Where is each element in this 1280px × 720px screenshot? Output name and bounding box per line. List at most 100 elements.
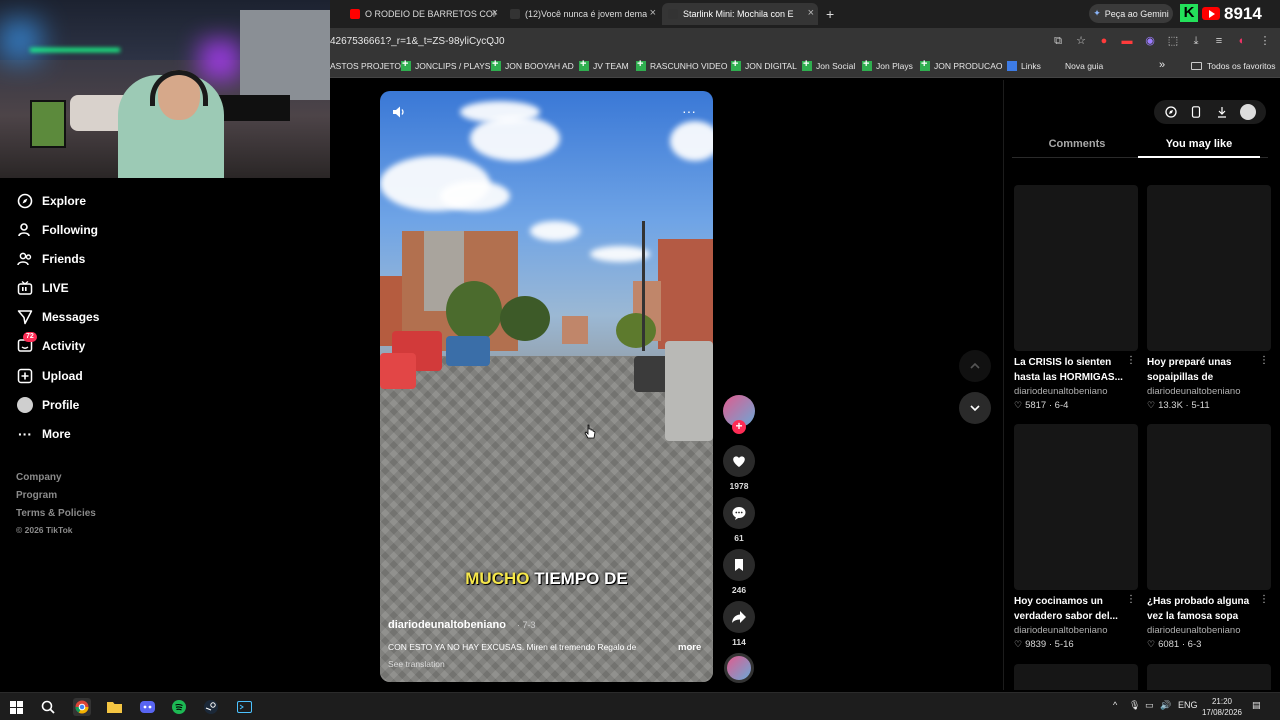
next-video-button[interactable] [959,392,991,424]
profile-avatar-icon[interactable]: ◐ [1235,34,1249,48]
video-thumbnail[interactable] [1147,664,1271,690]
tab-you-may-like[interactable]: You may like [1138,138,1260,150]
footer-link-terms[interactable]: Terms & Policies [16,508,96,519]
tab-starlink[interactable]: Starlink Mini: Mochila con E × [662,3,818,25]
bookmark-item[interactable]: JV TEAM [579,58,629,71]
card-author[interactable]: diariodeunaltobeniano [1014,625,1138,636]
network-icon[interactable]: ▭ [1145,700,1154,711]
sidebar-item-live[interactable]: LIVE [16,277,69,299]
follow-plus-button[interactable]: + [732,420,746,434]
notifications-icon[interactable]: ▤ [1252,700,1261,711]
extension-opera-icon[interactable]: ● [1097,34,1111,48]
download-icon[interactable]: ⤓ [1189,34,1203,48]
bookmark-star-icon[interactable]: ☆ [1074,34,1088,48]
phone-icon[interactable] [1189,105,1203,119]
bookmark-item[interactable]: Links [1007,61,1041,71]
bookmark-item[interactable]: JON BOOYAH AD [491,58,574,71]
language-indicator[interactable]: ENG [1178,700,1198,710]
url-input[interactable]: 4267536661?_r=1&_t=ZS-98yliCycQJ0 [330,36,505,47]
chrome-menu-icon[interactable]: ⋮ [1258,34,1272,48]
tab-comments[interactable]: Comments [1016,138,1138,150]
volume-icon[interactable]: 🔊 [1160,700,1171,711]
card-options-icon[interactable]: ⋮ [1259,594,1269,605]
video-player[interactable]: ··· MUCHO TIEMPO DE diariodeunaltobenian… [380,91,713,682]
chrome-taskbar-icon[interactable] [73,698,91,716]
card-author[interactable]: diariodeunaltobeniano [1147,625,1271,636]
sidebar-item-more[interactable]: ··· More [16,423,71,445]
bookmark-item[interactable]: Jon Social [802,58,855,71]
cast-icon[interactable]: ⧉ [1051,34,1065,48]
video-options-icon[interactable]: ··· [682,103,696,119]
file-explorer-icon[interactable] [105,698,123,716]
comment-icon[interactable] [723,497,755,529]
card-author[interactable]: diariodeunaltobeniano [1014,386,1138,397]
sidebar-item-profile[interactable]: Profile [16,394,79,416]
card-options-icon[interactable]: ⋮ [1126,594,1136,605]
gemini-button[interactable]: ✦ Peça ao Gemini [1089,4,1173,23]
search-icon[interactable] [39,698,57,716]
footer-link-program[interactable]: Program [16,490,57,501]
sidebar-item-upload[interactable]: Upload [16,365,83,387]
card-options-icon[interactable]: ⋮ [1259,355,1269,366]
extension-purple-icon[interactable]: ◉ [1143,34,1157,48]
bookmarks-overflow-button[interactable]: » [1159,59,1165,71]
terminal-icon[interactable] [235,698,253,716]
extension-red-icon[interactable]: ▬ [1120,34,1134,48]
tab-rodeio[interactable]: O RODEIO DE BARRETOS COM × [344,3,502,25]
video-username[interactable]: diariodeunaltobeniano [388,619,506,631]
see-translation-link[interactable]: See translation [388,659,445,669]
recommendation-card[interactable]: ¿Has probado alguna vez la famosa sopa d… [1147,424,1271,650]
tab-tiktok-jovem[interactable]: (12)Você nunca é jovem dema × [504,3,660,25]
card-options-icon[interactable]: ⋮ [1126,355,1136,366]
card-author[interactable]: diariodeunaltobeniano [1147,386,1271,397]
system-clock[interactable]: 21:20 17/08/2026 [1200,696,1244,718]
video-thumbnail[interactable] [1147,185,1271,351]
recommendation-card[interactable]: La CRISIS lo sienten hasta las HORMIGAS.… [1014,185,1138,411]
extensions-puzzle-icon[interactable]: ⬚ [1166,34,1180,48]
footer-link-company[interactable]: Company [16,472,62,483]
video-thumbnail[interactable] [1147,424,1271,590]
avatar[interactable] [1240,104,1257,120]
bookmark-item[interactable]: Nova guia [1065,61,1103,71]
windows-start-icon[interactable] [7,698,25,716]
recommendation-card[interactable]: Hoy preparé unas sopaipillas de banana..… [1147,185,1271,411]
comment-action[interactable]: 61 [723,497,755,543]
spotify-icon[interactable] [170,698,188,716]
previous-video-button[interactable] [959,350,991,382]
explore-small-icon[interactable] [1164,105,1178,119]
bookmark-item[interactable]: ASTOS PROJETO [330,61,401,71]
bookmark-item[interactable]: JONCLIPS / PLAYS [401,58,490,71]
mute-button[interactable] [392,105,406,124]
more-button[interactable]: more [678,642,701,653]
video-thumbnail[interactable] [1014,185,1138,351]
download-app-icon[interactable] [1215,105,1229,119]
save-action[interactable]: 246 [723,549,755,595]
close-tab-icon[interactable]: × [808,7,814,19]
heart-icon[interactable] [723,445,755,477]
all-bookmarks-button[interactable]: Todos os favoritos [1191,61,1276,71]
bookmark-item[interactable]: Jon Plays [862,58,913,71]
sidebar-item-activity[interactable]: 72 Activity [16,332,85,357]
share-action[interactable]: 114 [723,601,755,647]
sidebar-item-following[interactable]: Following [16,219,98,241]
steam-icon[interactable] [202,698,220,716]
sidebar-item-friends[interactable]: Friends [16,248,85,270]
bookmark-item[interactable]: JON PRODUCAO [920,58,1002,71]
sidebar-item-messages[interactable]: Messages [16,306,99,328]
bookmark-icon[interactable] [723,549,755,581]
like-action[interactable]: 1978 [723,445,755,491]
close-tab-icon[interactable]: × [650,7,656,19]
media-control-icon[interactable]: ≡ [1212,34,1226,48]
video-thumbnail[interactable] [1014,424,1138,590]
discord-icon[interactable] [138,698,156,716]
recommendation-card[interactable]: Hoy cocinamos un verdadero sabor del... … [1014,424,1138,650]
bookmark-item[interactable]: RASCUNHO VIDEO [636,58,727,71]
bookmark-item[interactable]: JON DIGITAL [731,58,797,71]
sidebar-item-explore[interactable]: Explore [16,190,86,212]
mic-icon[interactable]: 🎙 [1129,700,1140,711]
video-thumbnail[interactable] [1014,664,1138,690]
sound-disc-icon[interactable] [724,653,754,683]
new-tab-button[interactable]: + [820,3,840,25]
share-arrow-icon[interactable] [723,601,755,633]
close-tab-icon[interactable]: × [492,7,498,19]
